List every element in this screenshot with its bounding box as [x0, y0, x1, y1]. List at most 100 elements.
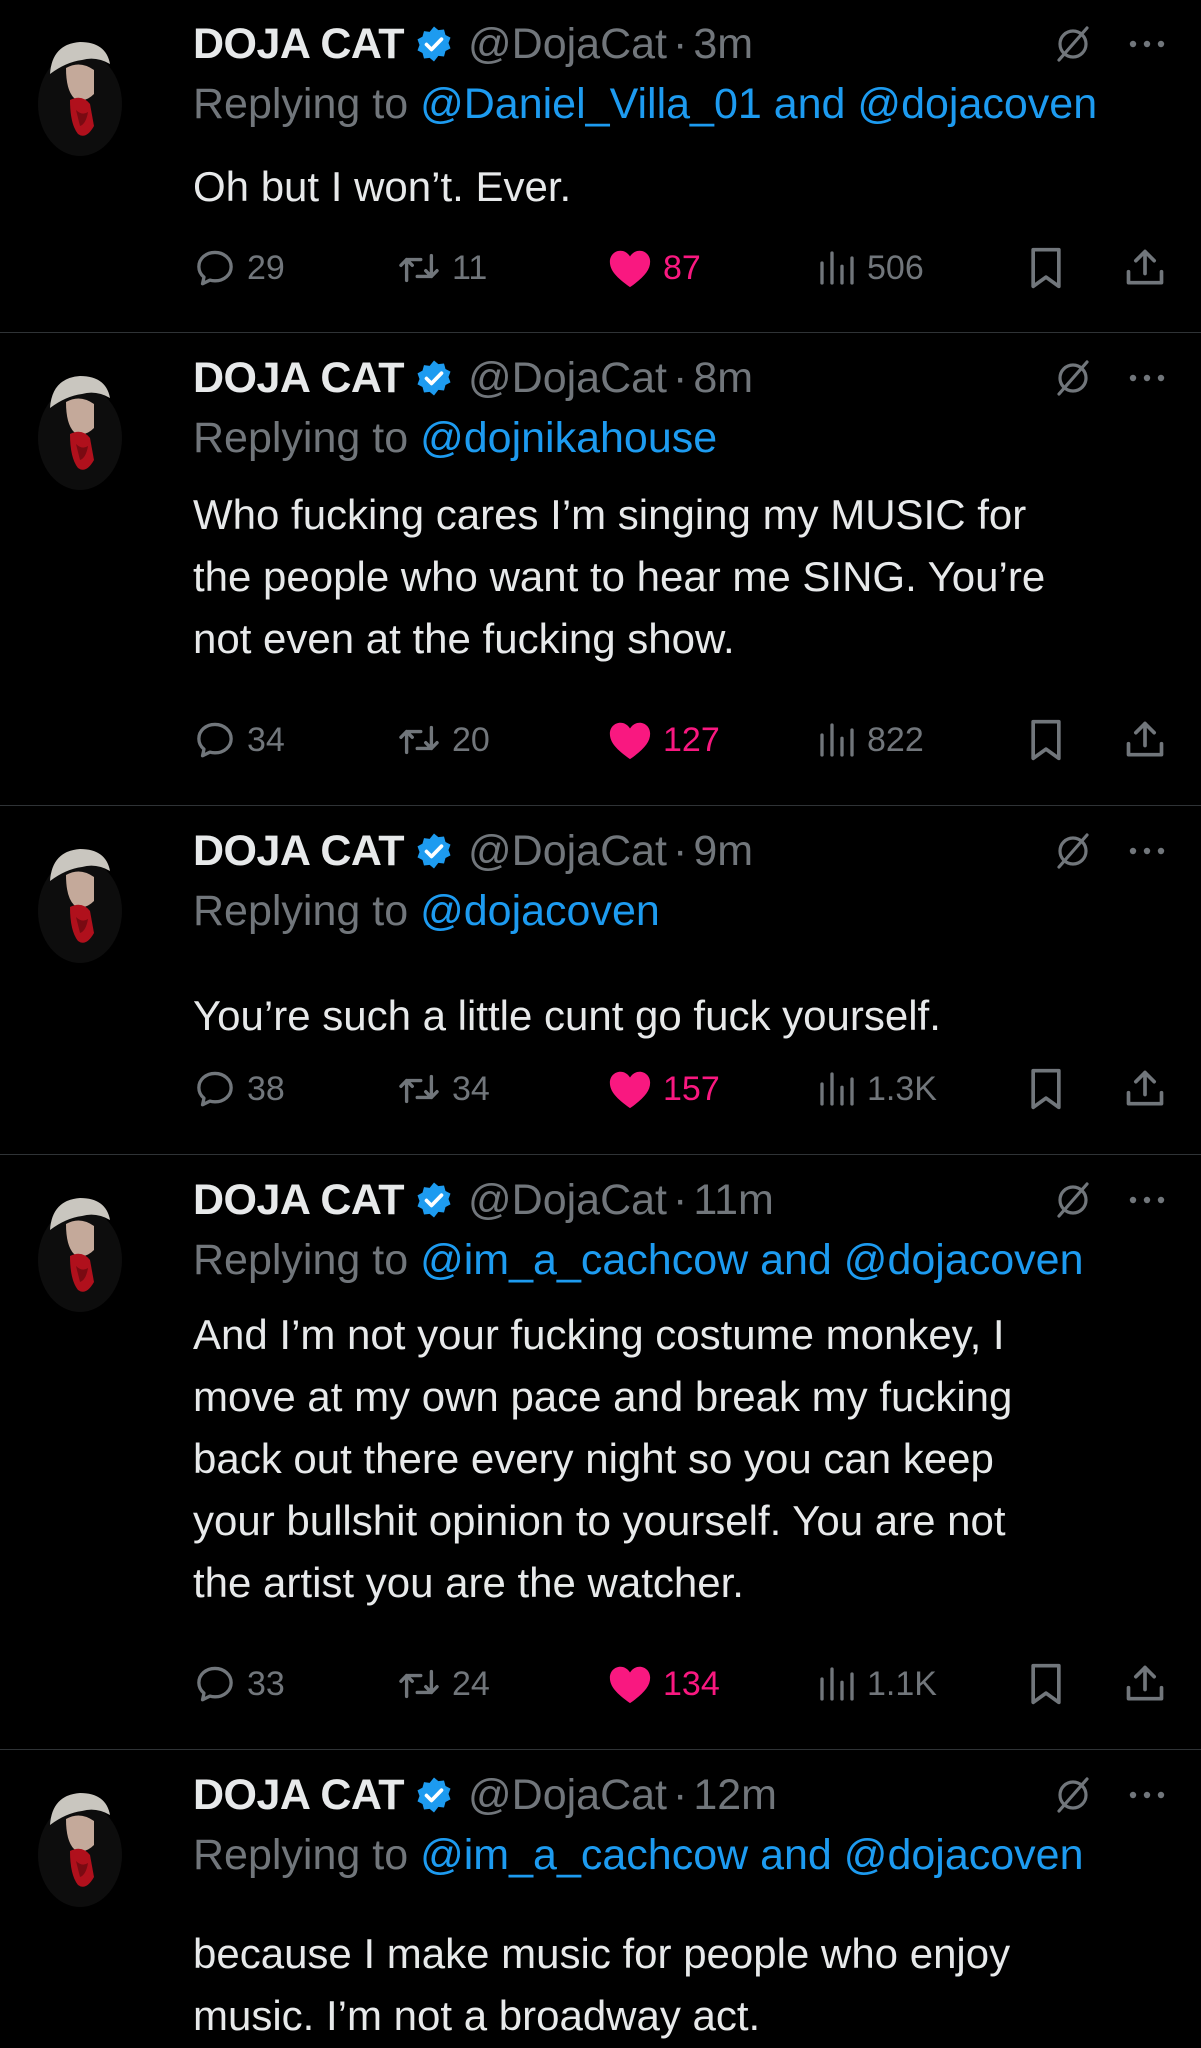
replying-to-label: Replying to: [193, 80, 409, 128]
share-icon: [1126, 721, 1164, 757]
tweet-actions: 34 20 127 822: [193, 710, 1181, 770]
bookmark-button[interactable]: [1026, 238, 1066, 298]
share-button[interactable]: [1123, 1654, 1167, 1714]
tweet-actions: 38 34 157 1.3K: [193, 1059, 1181, 1119]
speech-bubble-icon: [197, 1666, 233, 1702]
share-icon: [1126, 249, 1164, 285]
retweet-button[interactable]: 11: [396, 238, 487, 298]
retweet-icon: [399, 1074, 439, 1104]
like-count: 127: [663, 720, 720, 759]
bookmark-button[interactable]: [1026, 710, 1066, 770]
tweet-actions: 33 24 134 1.1K: [193, 1654, 1181, 1714]
retweet-button[interactable]: 20: [396, 710, 490, 770]
reply-button[interactable]: 29: [193, 238, 285, 298]
reply-mentions[interactable]: @dojacoven: [420, 887, 660, 935]
views-button[interactable]: 1.1K: [817, 1654, 937, 1714]
avatar[interactable]: [36, 1186, 124, 1314]
verified-badge-icon: [417, 833, 451, 869]
reply-mentions[interactable]: @Daniel_Villa_01 and @dojacoven: [420, 80, 1097, 128]
avatar[interactable]: [36, 1781, 124, 1909]
verified-badge-icon: [417, 360, 451, 396]
tweet-text: because I make music for people who enjo…: [193, 1930, 1011, 2039]
like-button[interactable]: 87: [607, 238, 701, 298]
grok-icon[interactable]: [1053, 831, 1093, 871]
like-button[interactable]: 134: [607, 1654, 720, 1714]
bookmark-button[interactable]: [1026, 1654, 1066, 1714]
bookmark-button[interactable]: [1026, 1059, 1066, 1119]
bar-chart-icon: [820, 1667, 854, 1701]
view-count: 1.3K: [867, 1069, 937, 1108]
retweet-count: 34: [452, 1069, 490, 1108]
timestamp[interactable]: 8m: [693, 354, 753, 403]
like-button[interactable]: 157: [607, 1059, 720, 1119]
separator-dot: ·: [673, 353, 688, 402]
share-button[interactable]: [1123, 1059, 1167, 1119]
timestamp[interactable]: 12m: [693, 1771, 777, 1820]
more-options-icon[interactable]: [1125, 26, 1169, 62]
reply-mentions[interactable]: @dojnikahouse: [420, 414, 717, 462]
reply-button[interactable]: 33: [193, 1654, 285, 1714]
bookmark-icon: [1031, 1068, 1061, 1110]
retweet-button[interactable]: 34: [396, 1059, 490, 1119]
timestamp[interactable]: 3m: [693, 20, 753, 69]
like-button[interactable]: 127: [607, 710, 720, 770]
heart-icon: [609, 1071, 651, 1109]
speech-bubble-icon: [197, 1071, 233, 1107]
tweet[interactable]: DOJA CAT @DojaCat · 3m Replying to @Dani…: [0, 0, 1201, 333]
grok-icon[interactable]: [1053, 358, 1093, 398]
more-options-icon[interactable]: [1125, 360, 1169, 396]
verified-badge-icon: [417, 26, 451, 62]
author-name[interactable]: DOJA CAT: [193, 827, 405, 876]
timestamp[interactable]: 9m: [693, 827, 753, 876]
more-options-icon[interactable]: [1125, 833, 1169, 869]
tweet-text: And I’m not your fucking costume monkey,…: [193, 1311, 1013, 1606]
author-handle[interactable]: @DojaCat: [468, 20, 667, 69]
verified-badge-icon: [417, 1182, 451, 1218]
tweet[interactable]: DOJA CAT @DojaCat · 11m Replying to @im_…: [0, 1156, 1201, 1750]
views-button[interactable]: 1.3K: [817, 1059, 937, 1119]
avatar[interactable]: [36, 837, 124, 965]
grok-icon[interactable]: [1053, 1180, 1093, 1220]
views-button[interactable]: 822: [817, 710, 924, 770]
reply-count: 29: [247, 248, 285, 287]
grok-icon[interactable]: [1053, 1775, 1093, 1815]
more-options-icon[interactable]: [1125, 1777, 1169, 1813]
author-name[interactable]: DOJA CAT: [193, 354, 405, 403]
bookmark-icon: [1031, 719, 1061, 761]
tweet-text: Oh but I won’t. Ever.: [193, 163, 572, 210]
retweet-icon: [399, 725, 439, 755]
author-handle[interactable]: @DojaCat: [468, 354, 667, 403]
author-handle[interactable]: @DojaCat: [468, 1771, 667, 1820]
timestamp[interactable]: 11m: [693, 1176, 773, 1225]
more-options-icon[interactable]: [1125, 1182, 1169, 1218]
grok-icon[interactable]: [1053, 24, 1093, 64]
author-handle[interactable]: @DojaCat: [468, 827, 667, 876]
replying-to-label: Replying to: [193, 887, 409, 935]
author-name[interactable]: DOJA CAT: [193, 1771, 405, 1820]
avatar[interactable]: [36, 30, 124, 158]
replying-to: Replying to @Daniel_Villa_01 and @dojaco…: [193, 80, 1181, 129]
reply-button[interactable]: 34: [193, 710, 285, 770]
reply-count: 38: [247, 1069, 285, 1108]
tweet[interactable]: DOJA CAT @DojaCat · 8m Replying to @dojn…: [0, 334, 1201, 806]
author-name[interactable]: DOJA CAT: [193, 1176, 405, 1225]
replying-to: Replying to @im_a_cachcow and @dojacoven: [193, 1236, 1181, 1285]
replying-to-label: Replying to: [193, 1831, 409, 1879]
reply-mentions[interactable]: @im_a_cachcow and @dojacoven: [420, 1236, 1083, 1284]
avatar[interactable]: [36, 364, 124, 492]
share-button[interactable]: [1123, 710, 1167, 770]
bookmark-icon: [1031, 1663, 1061, 1705]
views-button[interactable]: 506: [817, 238, 924, 298]
retweet-icon: [399, 253, 439, 283]
author-name[interactable]: DOJA CAT: [193, 20, 405, 69]
reply-mentions[interactable]: @im_a_cachcow and @dojacoven: [420, 1831, 1083, 1879]
like-count: 157: [663, 1069, 720, 1108]
reply-count: 34: [247, 720, 285, 759]
share-button[interactable]: [1123, 238, 1167, 298]
tweet[interactable]: DOJA CAT @DojaCat · 9m Replying to @doja…: [0, 807, 1201, 1155]
retweet-button[interactable]: 24: [396, 1654, 490, 1714]
author-handle[interactable]: @DojaCat: [468, 1176, 667, 1225]
tweet[interactable]: DOJA CAT @DojaCat · 12m Replying to @im_…: [0, 1751, 1201, 2048]
reply-button[interactable]: 38: [193, 1059, 285, 1119]
separator-dot: ·: [673, 826, 688, 875]
